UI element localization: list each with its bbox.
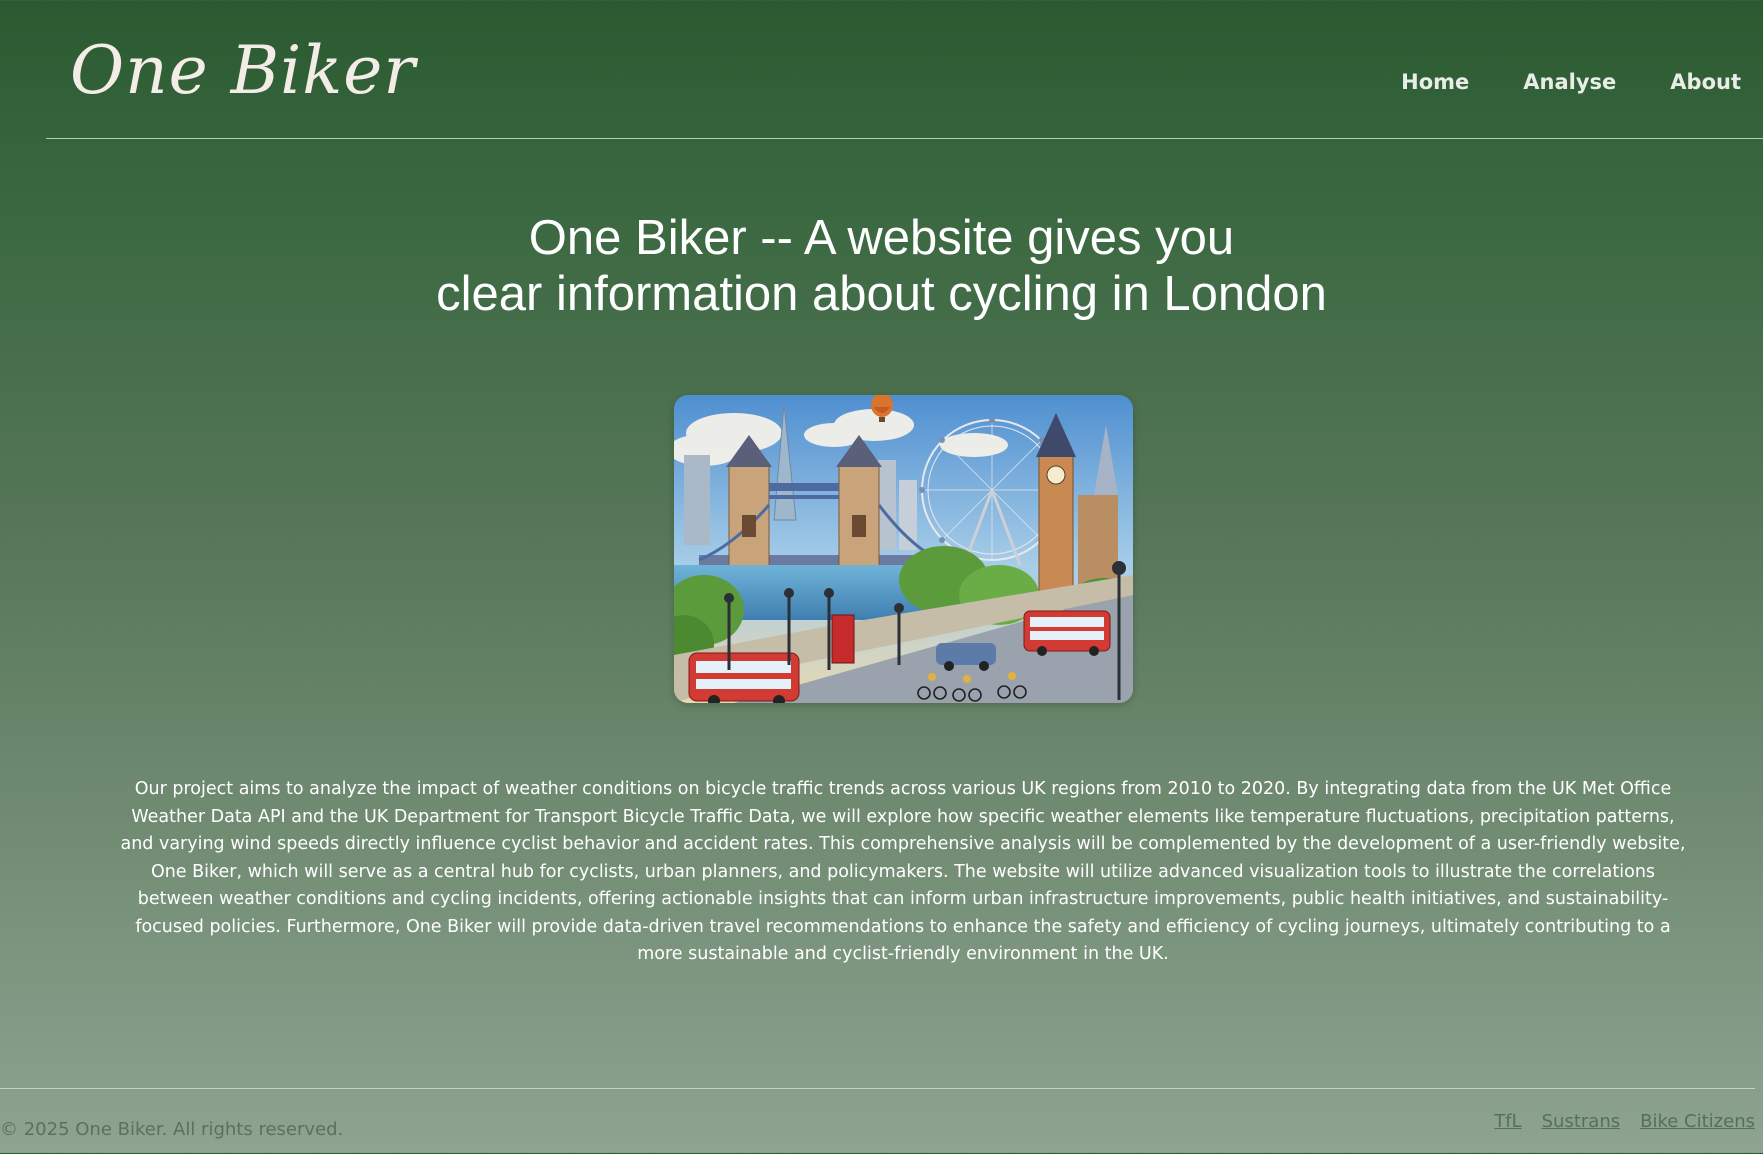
hero-title: One Biker -- A website gives you clear i… [0,210,1763,322]
footer-link-tfl[interactable]: TfL [1494,1111,1521,1132]
site-footer: © 2025 One Biker. All rights reserved. T… [0,1088,1755,1154]
hero-title-line-1: One Biker -- A website gives you [528,211,1235,265]
london-cycling-illustration [674,395,1133,703]
phone-box [831,614,855,664]
nav-about-link[interactable]: About [1670,72,1741,93]
site-logo[interactable]: One Biker [70,38,416,104]
copyright-text: © 2025 One Biker. All rights reserved. [0,1119,344,1140]
nav-home-link[interactable]: Home [1401,72,1469,93]
project-description: Our project aims to analyze the impact o… [120,779,1686,964]
footer-links: TfL Sustrans Bike Citizens [1494,1111,1755,1132]
red-bus-front [688,652,800,703]
footer-link-bike-citizens[interactable]: Bike Citizens [1640,1111,1755,1132]
nav-analyse-link[interactable]: Analyse [1523,72,1616,93]
site-header: One Biker Home Analyse About [46,0,1763,139]
main-nav: Home Analyse About [1401,72,1741,93]
hero-title-line-2: clear information about cycling in Londo… [436,267,1327,321]
footer-link-sustrans[interactable]: Sustrans [1542,1111,1621,1132]
red-bus-back [1023,610,1111,656]
